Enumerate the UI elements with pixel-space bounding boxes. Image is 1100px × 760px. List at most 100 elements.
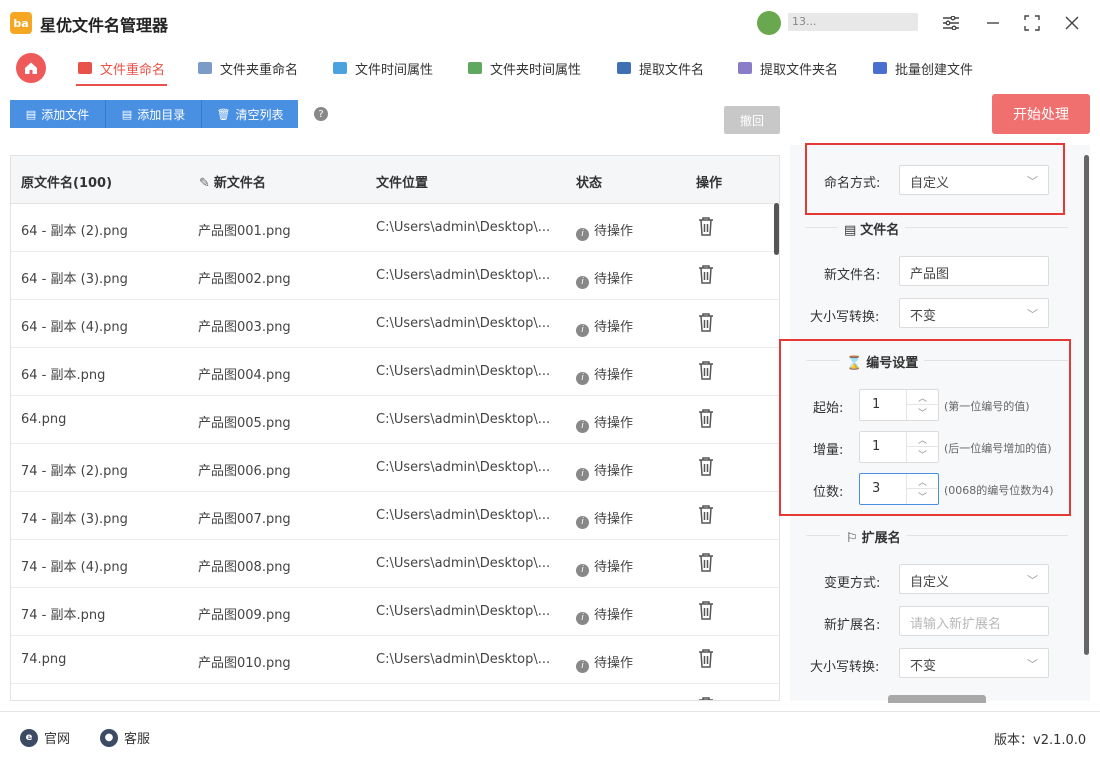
settings-scrollbar[interactable] (1084, 155, 1089, 655)
chevron-down-icon[interactable]: ﹀ (907, 405, 938, 420)
cell-new-name: 产品图001.png (198, 224, 291, 239)
flag-icon: ⚐ (846, 531, 858, 546)
case-convert-value: 不变 (910, 309, 937, 324)
cell-new-name: 产品图003.png (198, 320, 291, 335)
cell-status: i 待操作 (576, 364, 633, 385)
tab-extract-filename-icon (617, 62, 631, 74)
cell-status: i 待操作 (576, 604, 633, 625)
table-row[interactable]: 64.png 产品图005.png C:\Users\admin\Desktop\.… (11, 396, 779, 444)
support-link[interactable]: ● 客服 (100, 728, 150, 747)
tab-extract-foldername[interactable]: 提取文件夹名 (738, 52, 838, 84)
help-icon[interactable]: ? (314, 107, 328, 121)
chevron-up-icon[interactable]: ︿ (907, 390, 938, 405)
digits-label: 位数: (813, 485, 844, 500)
panel-button-stub[interactable] (888, 695, 986, 703)
change-method-value: 自定义 (910, 575, 950, 590)
user-name[interactable]: 13... (788, 13, 918, 31)
cell-status-text: 待操作 (594, 464, 634, 479)
undo-button[interactable]: 撤回 (724, 106, 780, 134)
table-row[interactable]: 74 - 副本 (2).png 产品图006.png C:\Users\admin\… (11, 444, 779, 492)
delete-trash-icon[interactable] (697, 599, 715, 621)
delete-trash-icon[interactable] (697, 311, 715, 333)
delete-trash-icon[interactable] (697, 263, 715, 285)
delete-trash-icon[interactable] (697, 695, 715, 700)
add-directory-button[interactable]: ▤ 添加目录 (106, 100, 202, 128)
delete-trash-icon[interactable] (697, 503, 715, 525)
cell-new-name: 产品图008.png (198, 560, 291, 575)
cell-status-text: 待操作 (594, 656, 634, 671)
clear-list-button[interactable]: 🗑 清空列表 (202, 100, 298, 128)
table-row[interactable]: 64 - 副本 (4).png 产品图003.png C:\Users\admin\… (11, 300, 779, 348)
naming-method-select[interactable]: 自定义 ﹀ (899, 165, 1049, 195)
tab-label: 提取文件夹名 (760, 62, 839, 78)
start-processing-button[interactable]: 开始处理 (992, 94, 1090, 134)
info-icon: i (576, 420, 589, 433)
new-name-input[interactable]: 产品图 (899, 256, 1049, 286)
table-row[interactable] (11, 684, 779, 700)
tab-file-time[interactable]: 文件时间属性 (333, 52, 433, 84)
cell-location: C:\Users\admin\Desktop\... (376, 220, 551, 235)
table-row[interactable]: 74 - 副本 (3).png 产品图007.png C:\Users\admin\… (11, 492, 779, 540)
cell-location: C:\Users\admin\Desktop\... (376, 652, 551, 667)
header-new-name: ✎ 新文件名 (199, 172, 266, 191)
home-button[interactable] (16, 53, 46, 83)
delete-trash-icon[interactable] (697, 359, 715, 381)
change-method-select[interactable]: 自定义 ﹀ (899, 564, 1049, 594)
tab-batch-create[interactable]: 批量创建文件 (873, 52, 973, 84)
chevron-down-icon[interactable]: ﹀ (907, 447, 938, 462)
change-method-label: 变更方式: (824, 576, 881, 591)
settings-sliders-icon[interactable] (938, 10, 964, 36)
ext-case-convert-select[interactable]: 不变 ﹀ (899, 648, 1049, 678)
increment-stepper[interactable]: 1 ︿ ﹀ (859, 431, 939, 463)
start-number-value: 1 (872, 397, 881, 412)
cell-original-name: 74 - 副本.png (21, 608, 106, 623)
minimize-icon[interactable] (980, 10, 1006, 36)
header-action: 操作 (696, 176, 723, 191)
tab-folder-rename[interactable]: 文件夹重命名 (198, 52, 298, 84)
add-file-label: 添加文件 (41, 107, 90, 122)
tab-folder-time[interactable]: 文件夹时间属性 (468, 52, 581, 84)
cell-status: i 待操作 (576, 556, 633, 577)
filename-section-label: 文件名 (860, 223, 900, 238)
tab-extract-filename[interactable]: 提取文件名 (617, 52, 704, 84)
delete-trash-icon[interactable] (697, 647, 715, 669)
new-name-label: 新文件名: (824, 268, 881, 283)
cell-status-text: 待操作 (594, 368, 634, 383)
chevron-up-icon[interactable]: ︿ (907, 474, 938, 489)
delete-trash-icon[interactable] (697, 215, 715, 237)
delete-trash-icon[interactable] (697, 407, 715, 429)
table-row[interactable]: 64 - 副本.png 产品图004.png C:\Users\admin\Desk… (11, 348, 779, 396)
delete-trash-icon[interactable] (697, 551, 715, 573)
browser-e-icon: e (20, 728, 38, 747)
chevron-up-icon[interactable]: ︿ (907, 432, 938, 447)
increment-label: 增量: (813, 443, 844, 458)
maximize-icon[interactable] (1019, 10, 1045, 36)
table-row[interactable]: 74 - 副本.png 产品图009.png C:\Users\admin\Desk… (11, 588, 779, 636)
close-icon[interactable] (1059, 10, 1085, 36)
info-icon: i (576, 516, 589, 529)
chat-bubble-icon: ● (100, 728, 118, 747)
user-avatar[interactable] (757, 11, 781, 35)
cell-status-text: 待操作 (594, 272, 634, 287)
info-icon: i (576, 276, 589, 289)
delete-trash-icon[interactable] (697, 455, 715, 477)
case-convert-select[interactable]: 不变 ﹀ (899, 298, 1049, 328)
file-table: 原文件名(100) ✎ 新文件名 文件位置 状态 操作 64 - 副本 (2).p… (10, 155, 780, 701)
table-row[interactable]: 74.png 产品图010.png C:\Users\admin\Desktop\.… (11, 636, 779, 684)
table-row[interactable]: 64 - 副本 (3).png 产品图002.png C:\Users\admin\… (11, 252, 779, 300)
add-file-button[interactable]: ▤ 添加文件 (10, 100, 106, 128)
start-number-stepper[interactable]: 1 ︿ ﹀ (859, 389, 939, 421)
website-link[interactable]: e 官网 (20, 728, 70, 747)
tab-file-rename[interactable]: 文件重命名 (75, 52, 168, 86)
table-row[interactable]: 64 - 副本 (2).png 产品图001.png C:\Users\admin\… (11, 204, 779, 252)
table-row[interactable]: 74 - 副本 (4).png 产品图008.png C:\Users\admin\… (11, 540, 779, 588)
chevron-down-icon[interactable]: ﹀ (907, 489, 938, 504)
tab-label: 批量创建文件 (895, 62, 974, 78)
table-scrollbar[interactable] (774, 203, 779, 255)
digits-stepper[interactable]: 3 ︿ ﹀ (859, 473, 939, 505)
header-location: 文件位置 (376, 176, 429, 191)
start-number-hint: (第一位编号的值) (944, 400, 1030, 413)
cell-status-text: 待操作 (594, 416, 634, 431)
tab-folder-rename-icon (198, 62, 212, 74)
new-extension-input[interactable]: 请输入新扩展名 (899, 606, 1049, 636)
